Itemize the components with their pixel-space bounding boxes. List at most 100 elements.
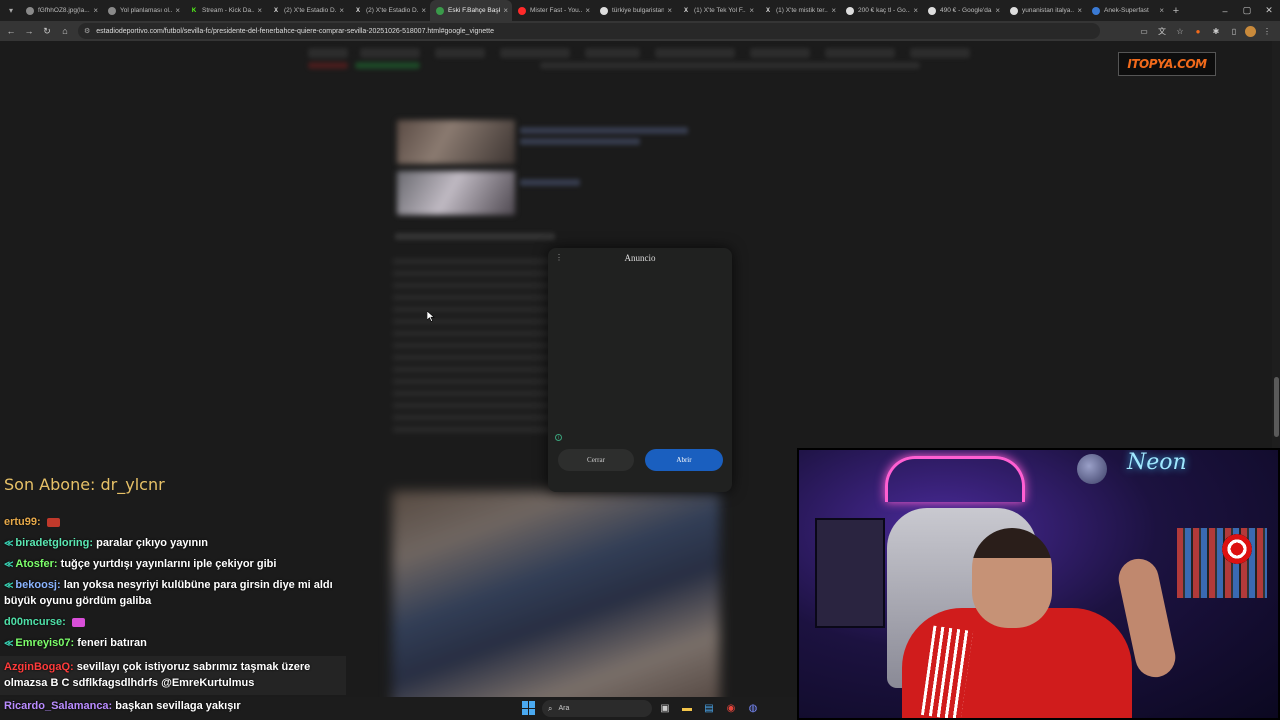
browser-tab[interactable]: K Stream - Kick Da... × — [184, 0, 266, 21]
back-icon[interactable]: ← — [2, 22, 20, 40]
related-article-title[interactable] — [520, 179, 580, 186]
mouse-cursor-icon — [427, 311, 435, 322]
minimize-icon[interactable]: – — [1214, 0, 1236, 21]
tab-title: Yol planlaması ol... — [120, 7, 173, 14]
tab-title: (2) X'te Estadio D... — [284, 7, 337, 14]
browser-tab[interactable]: X (2) X'te Estadio D... × — [348, 0, 430, 21]
chat-username: Ricardo_Salamanca: — [4, 700, 113, 712]
tab-close-icon[interactable]: × — [503, 6, 508, 15]
tab-close-icon[interactable]: × — [667, 6, 672, 15]
window-controls: – ▢ ✕ — [1214, 0, 1280, 21]
tab-favicon-icon: X — [273, 7, 278, 14]
site-info-icon[interactable]: ⚙ — [84, 27, 90, 35]
tab-title: 490 € - Google'da... — [940, 7, 993, 14]
search-icon: ⌕ — [548, 703, 553, 713]
chat-message-latest: Ricardo_Salamanca: başkan sevillaga yakı… — [4, 700, 241, 712]
browser-tab[interactable]: Mister Fast - You... × — [512, 0, 594, 21]
tab-close-icon[interactable]: × — [995, 6, 1000, 15]
browser-tab[interactable]: fGfhhOZ8.jpg(la... × — [20, 0, 102, 21]
tab-favicon-icon — [108, 6, 116, 15]
extensions-puzzle-icon[interactable]: ✱ — [1209, 24, 1223, 38]
chat-message-text: paralar çıkıyo yayının — [96, 537, 208, 549]
screen: ▾ fGfhhOZ8.jpg(la... × Yol planlaması ol..… — [0, 0, 1280, 720]
browser-tab[interactable]: Eski F.Bahçe Başk...× — [430, 0, 512, 21]
tab-close-icon[interactable]: × — [257, 6, 262, 15]
menu-kebab-icon[interactable]: ⋮ — [1260, 24, 1274, 38]
related-article-thumbnail[interactable] — [397, 171, 515, 215]
browser-tab[interactable]: 490 € - Google'da... × — [922, 0, 1004, 21]
discord-icon[interactable]: ◍ — [745, 700, 761, 716]
ad-dialog-title: Anuncio — [624, 253, 656, 263]
address-bar[interactable]: ⚙ estadiodeportivo.com/futbol/sevilla-fc… — [78, 23, 1100, 39]
chat-message: ≪ biradetgloring: paralar çıkıyo yayının — [4, 535, 349, 551]
browser-tab[interactable]: X (2) X'te Estadio D... × — [266, 0, 348, 21]
browser-tab[interactable]: 200 € kaç tl - Go... × — [840, 0, 922, 21]
close-ad-button[interactable]: Cerrar — [558, 449, 634, 471]
new-tab-icon[interactable]: + — [1168, 5, 1184, 17]
profile-avatar[interactable] — [1245, 25, 1256, 37]
tab-close-icon[interactable]: × — [421, 6, 426, 15]
tab-favicon-icon — [26, 6, 34, 15]
tab-favicon-icon — [1092, 6, 1100, 15]
chrome-icon[interactable]: ◉ — [723, 700, 739, 716]
subscriber-badge-icon: ≪ — [4, 638, 14, 648]
tab-close-icon[interactable]: × — [585, 6, 590, 15]
browser-tab-strip: ▾ fGfhhOZ8.jpg(la... × Yol planlaması ol..… — [0, 0, 1280, 21]
tab-favicon-icon — [600, 6, 608, 15]
taskbar-search-box[interactable]: ⌕ Ara — [542, 700, 652, 717]
extension-icon[interactable]: ● — [1191, 24, 1205, 38]
chat-emote-icon — [46, 517, 60, 527]
tab-close-icon[interactable]: × — [175, 6, 180, 15]
cast-icon[interactable]: ▭ — [1137, 24, 1151, 38]
browser-tab[interactable]: X (1) X'te Tek Yol F... × — [676, 0, 758, 21]
tab-close-icon[interactable]: × — [749, 6, 754, 15]
tab-favicon-icon — [518, 6, 526, 15]
forward-icon[interactable]: → — [20, 22, 38, 40]
tab-title: Stream - Kick Da... — [202, 7, 255, 14]
taskbar-pinned-apps: ▣ ▬ ▤ ◉ ◍ — [657, 700, 761, 716]
tab-favicon-icon: X — [355, 7, 360, 14]
related-article-title[interactable] — [520, 138, 640, 145]
translate-icon[interactable]: 文 — [1155, 24, 1169, 38]
tab-close-icon[interactable]: × — [1077, 6, 1082, 15]
browser-tab[interactable]: türkiye bulgaristan...× — [594, 0, 676, 21]
tab-close-icon[interactable]: × — [831, 6, 836, 15]
maximize-icon[interactable]: ▢ — [1236, 0, 1258, 21]
home-icon[interactable]: ⌂ — [56, 22, 74, 40]
reload-icon[interactable]: ↻ — [38, 22, 56, 40]
chat-message: ertu99: — [4, 514, 349, 530]
scrollbar-thumb[interactable] — [1274, 377, 1279, 437]
latest-subscriber-banner: Son Abone: dr_ylcnr — [4, 475, 165, 494]
tab-close-icon[interactable]: × — [93, 6, 98, 15]
tab-list: fGfhhOZ8.jpg(la... × Yol planlaması ol... ×… — [20, 0, 1168, 21]
tab-favicon-icon — [436, 6, 444, 15]
browser-tab[interactable]: X (1) X'te mistik ter... × — [758, 0, 840, 21]
tab-title: türkiye bulgaristan... — [612, 7, 665, 14]
tab-title: Mister Fast - You... — [530, 7, 583, 14]
tab-search-icon[interactable]: ▾ — [2, 2, 20, 20]
sponsor-logo: ITOPYA.COM — [1118, 52, 1216, 76]
browser-toolbar: ← → ↻ ⌂ ⚙ estadiodeportivo.com/futbol/se… — [0, 21, 1280, 41]
tab-favicon-icon — [1010, 6, 1018, 15]
tab-close-icon[interactable]: × — [1159, 6, 1164, 15]
windows-start-icon[interactable] — [522, 701, 536, 715]
file-explorer-icon[interactable]: ▬ — [679, 700, 695, 716]
related-article-title[interactable] — [520, 127, 688, 134]
tab-close-icon[interactable]: × — [913, 6, 918, 15]
subscriber-badge-icon: ≪ — [4, 559, 14, 569]
tab-title: yunanistan italya... — [1022, 7, 1075, 14]
related-article-thumbnail[interactable] — [397, 120, 515, 164]
ad-info-icon[interactable]: i — [555, 434, 562, 441]
tab-close-icon[interactable]: × — [339, 6, 344, 15]
browser-tab[interactable]: Yol planlaması ol... × — [102, 0, 184, 21]
tab-title: 200 € kaç tl - Go... — [858, 7, 911, 14]
bookmark-star-icon[interactable]: ☆ — [1173, 24, 1187, 38]
sidebar-icon[interactable]: ▯ — [1227, 24, 1241, 38]
open-ad-button[interactable]: Abrir — [645, 449, 723, 471]
url-text: estadiodeportivo.com/futbol/sevilla-fc/p… — [96, 27, 494, 35]
task-view-icon[interactable]: ▣ — [657, 700, 673, 716]
browser-tab[interactable]: Anek-Superfast × — [1086, 0, 1168, 21]
browser-tab[interactable]: yunanistan italya... × — [1004, 0, 1086, 21]
close-window-icon[interactable]: ✕ — [1258, 0, 1280, 21]
store-icon[interactable]: ▤ — [701, 700, 717, 716]
